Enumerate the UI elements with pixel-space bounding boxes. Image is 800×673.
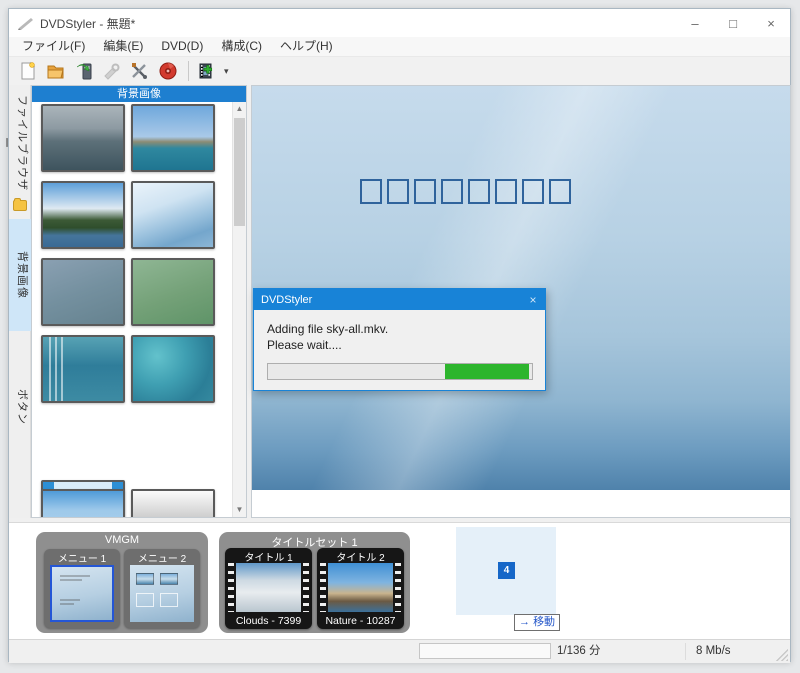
add-file-dropdown-icon[interactable]: ▾ (224, 66, 229, 77)
sidebar-tabstrip: ファイルブラウザー 背景画像 ボタン (9, 85, 31, 518)
close-button[interactable]: × (752, 9, 790, 37)
background-thumbnail-sea[interactable] (41, 104, 125, 172)
progress-dialog: DVDStyler × Adding file sky-all.mkv. Ple… (253, 288, 546, 391)
add-file-icon[interactable] (194, 59, 220, 83)
menu-file[interactable]: ファイル(F) (13, 37, 94, 56)
backgrounds-panel-header: 背景画像 (32, 86, 246, 102)
filmstrip-icon (320, 563, 326, 612)
move-tooltip-label: 移動 (533, 616, 555, 628)
properties-icon[interactable] (99, 59, 125, 83)
menu-object-square[interactable] (495, 179, 517, 204)
open-project-icon[interactable] (43, 59, 69, 83)
status-bar: 1/136 分 8 Mb/s (9, 639, 790, 663)
menu-configuration[interactable]: 構成(C) (212, 37, 271, 56)
panel-scrollbar[interactable]: ▲ ▼ (232, 102, 246, 517)
move-tooltip: → 移動 (514, 614, 560, 631)
save-project-icon[interactable] (71, 59, 97, 83)
scroll-up-icon[interactable]: ▲ (233, 102, 246, 116)
window-title: DVDStyler - 無題* (40, 15, 135, 32)
tab-buttons[interactable]: ボタン (9, 385, 31, 429)
menu-object-square[interactable] (522, 179, 544, 204)
menu1-thumbnail[interactable]: メニュー 1 (44, 549, 120, 628)
progress-bar (267, 363, 533, 380)
background-thumbnail-lake[interactable] (41, 181, 125, 249)
new-project-icon[interactable] (15, 59, 41, 83)
menu-object-square[interactable] (468, 179, 490, 204)
filmstrip-icon (228, 563, 234, 612)
tab-backgrounds[interactable]: 背景画像 (9, 219, 31, 331)
background-thumbnail-blue-frame[interactable] (41, 489, 125, 518)
dialog-title: DVDStyler (254, 294, 312, 306)
background-thumbnail-turquoise[interactable] (131, 335, 215, 403)
background-thumbnail-silver-frame[interactable] (131, 489, 215, 518)
menu1-label: メニュー 1 (44, 550, 120, 565)
title1-preview (236, 563, 301, 612)
menu-object-square[interactable] (360, 179, 382, 204)
title-bar: DVDStyler - 無題* – □ × (9, 9, 790, 37)
background-thumbnail-teal-stripes[interactable] (41, 335, 125, 403)
dialog-message-line1: Adding file sky-all.mkv. (267, 321, 388, 337)
settings-icon[interactable] (127, 59, 153, 83)
menu2-thumbnail[interactable]: メニュー 2 (124, 549, 200, 628)
app-window: DVDStyler - 無題* – □ × ファイル(F) 編集(E) DVD(… (8, 8, 791, 662)
menu-object-square[interactable] (414, 179, 436, 204)
filmstrip-icon (395, 563, 401, 612)
burn-disc-icon[interactable] (155, 59, 181, 83)
background-thumbnail-blue-gradient[interactable] (131, 181, 215, 249)
maximize-button[interactable]: □ (714, 9, 752, 37)
toolbar: ▾ (9, 57, 790, 85)
vmgm-group: VMGM メニュー 1 メニュー 2 (36, 532, 208, 633)
backgrounds-panel: 背景画像 ▲ ▼ (31, 85, 247, 518)
title1-thumbnail[interactable]: タイトル 1 Clouds - 7399 (225, 548, 312, 629)
dialog-title-bar: DVDStyler × (254, 289, 545, 310)
title1-caption: Clouds - 7399 (225, 615, 312, 627)
background-thumbnail-green[interactable] (131, 258, 215, 326)
filmstrip-icon (303, 563, 309, 612)
menu2-label: メニュー 2 (124, 550, 200, 565)
menu-object-square[interactable] (387, 179, 409, 204)
background-thumbnail-gray-blue[interactable] (41, 258, 125, 326)
menu-edit[interactable]: 編集(E) (94, 37, 152, 56)
progress-bar-fill (445, 364, 529, 379)
title2-preview (328, 563, 393, 612)
titleset-group: タイトルセット 1 タイトル 1 Clouds - 7399 タイトル 2 Na… (219, 532, 410, 633)
menu-object-square[interactable] (441, 179, 463, 204)
background-thumbnail-shore[interactable] (131, 104, 215, 172)
toolbar-separator (188, 61, 189, 81)
drag-ghost[interactable]: 4 (456, 527, 556, 615)
placeholder-squares (360, 179, 571, 204)
menu-object-square[interactable] (549, 179, 571, 204)
scrollbar-thumb[interactable] (234, 118, 245, 226)
dialog-message-line2: Please wait.... (267, 337, 388, 353)
title2-caption: Nature - 10287 (317, 615, 404, 627)
title2-label: タイトル 2 (317, 549, 404, 564)
duration-status: 1/136 分 (557, 640, 600, 663)
minimize-button[interactable]: – (676, 9, 714, 37)
resize-grip[interactable] (776, 649, 788, 661)
dvd-structure-strip: VMGM メニュー 1 メニュー 2 タイトルセット 1 タイトル 1 (9, 522, 790, 639)
vmgm-label: VMGM (36, 534, 208, 546)
title1-label: タイトル 1 (225, 549, 312, 564)
dialog-message: Adding file sky-all.mkv. Please wait.... (267, 321, 388, 353)
capacity-gauge (419, 643, 551, 659)
app-icon (18, 16, 34, 30)
menu-bar: ファイル(F) 編集(E) DVD(D) 構成(C) ヘルプ(H) (9, 37, 790, 57)
scroll-down-icon[interactable]: ▼ (233, 503, 246, 517)
drag-count-badge: 4 (498, 562, 515, 579)
bitrate-status: 8 Mb/s (696, 640, 731, 663)
menu-dvd[interactable]: DVD(D) (152, 37, 212, 56)
statusbar-separator (685, 643, 686, 660)
title2-thumbnail[interactable]: タイトル 2 Nature - 10287 (317, 548, 404, 629)
menu-help[interactable]: ヘルプ(H) (271, 37, 342, 56)
move-arrow-icon: → (519, 616, 530, 628)
menu1-preview (50, 565, 114, 622)
menu2-preview (130, 565, 194, 622)
folder-icon (13, 200, 27, 211)
dialog-close-icon[interactable]: × (521, 293, 545, 307)
tab-file-browser[interactable]: ファイルブラウザー (9, 95, 31, 191)
